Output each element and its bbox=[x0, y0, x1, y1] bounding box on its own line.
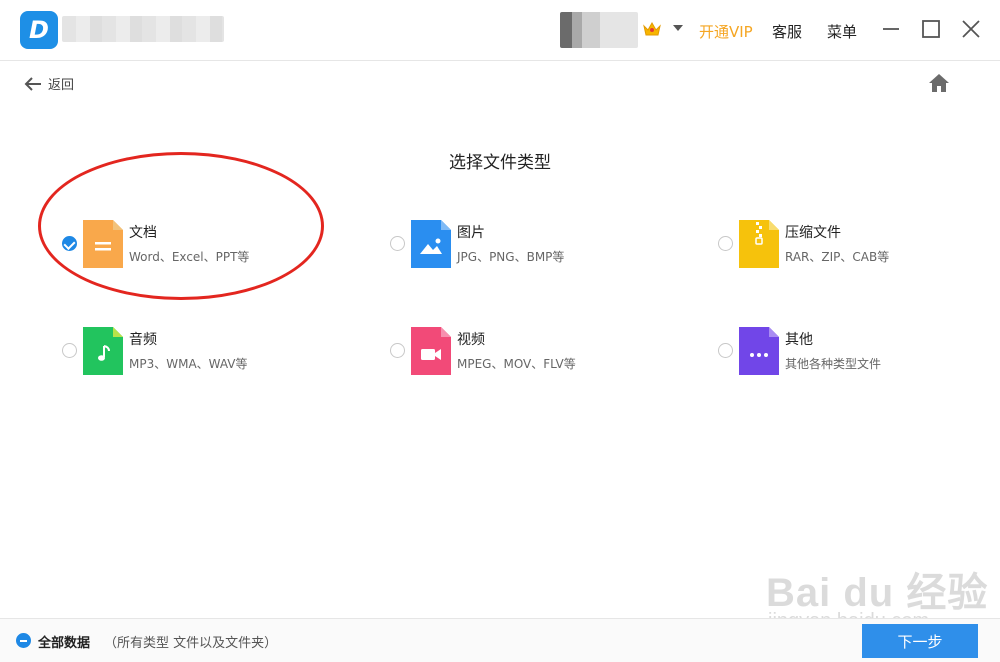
option-document[interactable]: 文档 Word、Excel、PPT等 bbox=[62, 216, 322, 272]
minimize-icon[interactable] bbox=[880, 18, 902, 40]
option-description: Word、Excel、PPT等 bbox=[129, 250, 250, 264]
option-label: 压缩文件 bbox=[785, 225, 841, 241]
close-icon[interactable] bbox=[960, 18, 982, 40]
back-label: 返回 bbox=[48, 78, 75, 93]
option-radio[interactable] bbox=[62, 236, 77, 251]
option-video[interactable]: 视频 MPEG、MOV、FLV等 bbox=[390, 323, 650, 379]
chevron-down-icon[interactable] bbox=[673, 25, 683, 31]
image-icon bbox=[411, 220, 451, 268]
option-radio[interactable] bbox=[62, 343, 77, 358]
page-title: 选择文件类型 bbox=[449, 153, 551, 173]
option-label: 文档 bbox=[129, 225, 157, 241]
option-description: RAR、ZIP、CAB等 bbox=[785, 250, 890, 264]
option-description: MP3、WMA、WAV等 bbox=[129, 357, 248, 371]
option-radio[interactable] bbox=[390, 236, 405, 251]
customer-service-link[interactable]: 客服 bbox=[772, 21, 802, 42]
app-logo-icon: D bbox=[20, 11, 58, 49]
title-bar: D 开通VIP 客服 菜单 bbox=[0, 0, 1000, 60]
more-icon bbox=[739, 327, 779, 375]
title-divider bbox=[0, 60, 1000, 61]
option-audio[interactable]: 音频 MP3、WMA、WAV等 bbox=[62, 323, 322, 379]
user-avatar[interactable] bbox=[560, 12, 638, 48]
blurred-app-title bbox=[62, 16, 224, 42]
option-label: 音频 bbox=[129, 332, 157, 348]
open-vip-link[interactable]: 开通VIP bbox=[699, 21, 753, 42]
option-archive[interactable]: 压缩文件 RAR、ZIP、CAB等 bbox=[718, 216, 978, 272]
minus-circle-icon[interactable] bbox=[16, 633, 31, 648]
arrow-left-icon bbox=[24, 76, 41, 91]
video-icon bbox=[411, 327, 451, 375]
option-label: 视频 bbox=[457, 332, 485, 348]
option-description: MPEG、MOV、FLV等 bbox=[457, 357, 576, 371]
document-icon bbox=[83, 220, 123, 268]
home-icon[interactable] bbox=[928, 73, 950, 93]
option-description: JPG、PNG、BMP等 bbox=[457, 250, 565, 264]
option-radio[interactable] bbox=[718, 236, 733, 251]
music-icon bbox=[83, 327, 123, 375]
option-other[interactable]: 其他 其他各种类型文件 bbox=[718, 323, 978, 379]
option-radio[interactable] bbox=[390, 343, 405, 358]
option-label: 其他 bbox=[785, 332, 813, 348]
menu-link[interactable]: 菜单 bbox=[827, 21, 857, 42]
maximize-icon[interactable] bbox=[920, 18, 942, 40]
option-label: 图片 bbox=[457, 225, 485, 241]
next-step-button[interactable]: 下一步 bbox=[862, 624, 978, 658]
all-data-label[interactable]: 全部数据 bbox=[38, 632, 90, 651]
crown-icon[interactable] bbox=[642, 20, 662, 38]
all-data-description: （所有类型 文件以及文件夹） bbox=[104, 636, 278, 651]
footer-bar: 全部数据 （所有类型 文件以及文件夹） 下一步 bbox=[0, 619, 1000, 662]
option-description: 其他各种类型文件 bbox=[785, 357, 882, 371]
back-button[interactable]: 返回 bbox=[24, 74, 74, 93]
option-radio[interactable] bbox=[718, 343, 733, 358]
zip-icon bbox=[739, 220, 779, 268]
option-image[interactable]: 图片 JPG、PNG、BMP等 bbox=[390, 216, 650, 272]
